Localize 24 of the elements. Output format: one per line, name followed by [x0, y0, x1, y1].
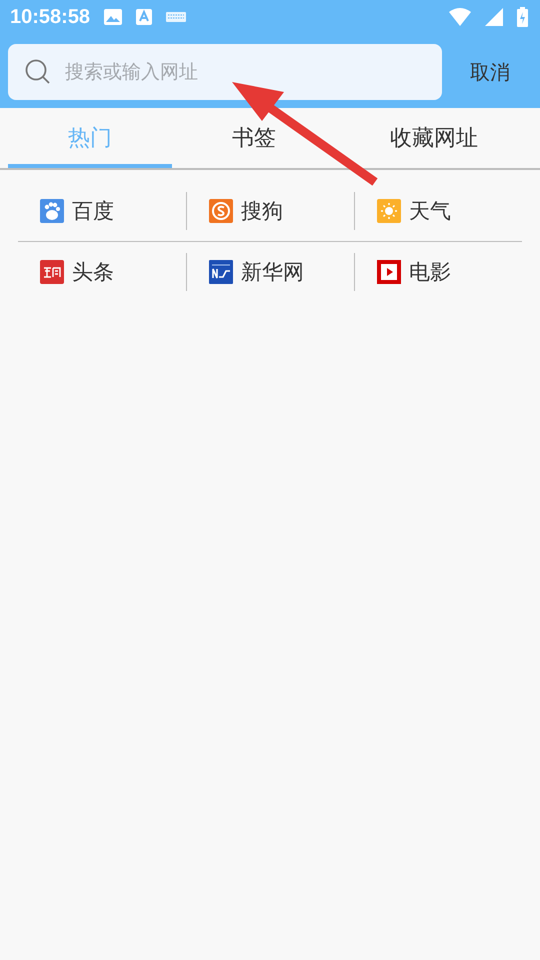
site-link[interactable]: 天气 — [409, 197, 451, 225]
sun-icon — [377, 199, 401, 223]
wifi-icon — [449, 8, 471, 26]
news-icon — [40, 260, 64, 284]
keyboard-icon — [166, 12, 186, 22]
battery-icon — [517, 7, 528, 27]
search-icon — [25, 59, 51, 85]
tab[interactable]: 收藏网址 — [336, 108, 532, 168]
site-link[interactable]: 新华网 — [241, 258, 304, 286]
paw-icon — [40, 199, 64, 223]
image-icon — [104, 9, 122, 25]
cancel-button[interactable]: 取消 — [460, 50, 520, 94]
search-field[interactable]: 搜索或输入网址 — [8, 44, 442, 100]
xinhua-icon — [209, 260, 233, 284]
video-icon — [377, 260, 401, 284]
signal-icon — [485, 8, 503, 26]
tab[interactable]: 书签 — [172, 108, 336, 168]
sogou-icon — [209, 199, 233, 223]
site-link[interactable]: 头条 — [72, 258, 114, 286]
site-link[interactable]: 搜狗 — [241, 197, 283, 225]
site-link[interactable]: 百度 — [72, 197, 114, 225]
text-icon — [136, 9, 152, 25]
status-time: 10:58:58 — [10, 6, 90, 28]
site-link[interactable]: 电影 — [409, 258, 451, 286]
